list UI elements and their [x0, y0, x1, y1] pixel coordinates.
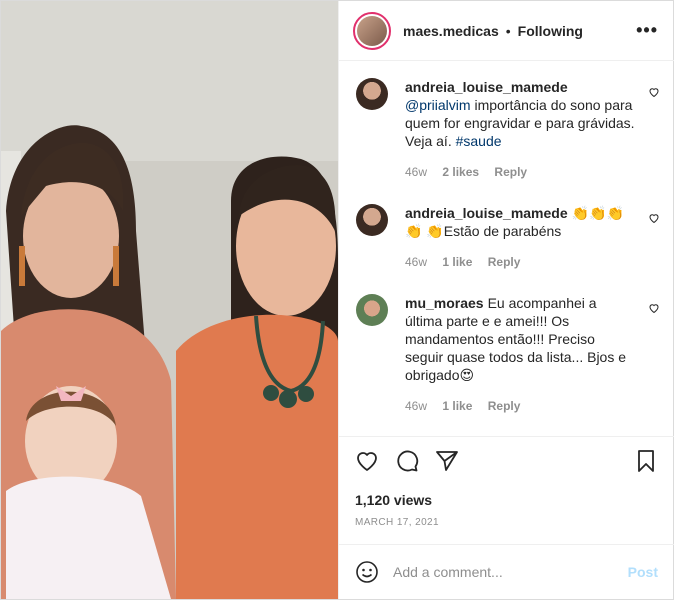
post-header: maes.medicas • Following •••	[339, 1, 674, 61]
separator-dot: •	[505, 22, 511, 39]
post-comment-button[interactable]: Post	[628, 564, 658, 580]
account-avatar[interactable]	[353, 11, 391, 50]
comment-age: 46w	[405, 399, 428, 413]
post-date[interactable]: MARCH 17, 2021	[355, 517, 439, 528]
comment-icon[interactable]	[395, 449, 419, 473]
comment-meta: 46w 1 like Reply	[405, 255, 532, 269]
comment-reply-button[interactable]: Reply	[494, 165, 527, 179]
heart-icon[interactable]	[355, 449, 379, 473]
comment-username[interactable]: andreia_louise_mamede	[405, 205, 568, 221]
comment-hashtag-link[interactable]: #saude	[456, 133, 502, 149]
comment-body: andreia_louise_mamede 👏👏👏👏 👏Estão de para…	[405, 204, 636, 240]
comment-reply-button[interactable]: Reply	[488, 255, 521, 269]
comment-input[interactable]	[393, 564, 628, 580]
comment-likes-count[interactable]: 1 like	[442, 255, 472, 269]
add-comment-bar: Post	[339, 544, 674, 599]
comment-meta: 46w 1 like Reply	[405, 399, 532, 413]
comment-meta: 46w 2 likes Reply	[405, 165, 539, 179]
paper-plane-icon[interactable]	[435, 449, 459, 473]
bookmark-icon[interactable]	[634, 449, 658, 473]
comment-item: mu_moraes Eu acompanhei a última parte e …	[356, 294, 660, 414]
comment-item: andreia_louise_mamede 👏👏👏👏 👏Estão de para…	[356, 204, 660, 279]
comment-body: mu_moraes Eu acompanhei a última parte e …	[405, 294, 636, 384]
comment-like-heart-icon[interactable]	[648, 212, 660, 224]
comment-age: 46w	[405, 255, 428, 269]
commenter-avatar[interactable]	[356, 78, 388, 110]
comment-like-heart-icon[interactable]	[648, 302, 660, 314]
comment-body: andreia_louise_mamede @priialvim importâ…	[405, 78, 636, 150]
comment-username[interactable]: mu_moraes	[405, 295, 484, 311]
comment-reply-button[interactable]: Reply	[488, 399, 521, 413]
comment-likes-count[interactable]: 2 likes	[442, 165, 479, 179]
comment-age: 46w	[405, 165, 428, 179]
action-bar	[355, 449, 658, 475]
instagram-post: maes.medicas • Following ••• andreia_lou…	[0, 0, 674, 600]
comment-mention-link[interactable]: @priialvim	[405, 97, 471, 113]
comment-item: andreia_louise_mamede @priialvim importâ…	[356, 78, 660, 188]
video-frame-illustration	[1, 1, 338, 599]
comment-like-heart-icon[interactable]	[648, 86, 660, 98]
more-options-icon[interactable]: •••	[636, 20, 658, 41]
comment-likes-count[interactable]: 1 like	[442, 399, 472, 413]
post-side-panel: maes.medicas • Following ••• andreia_lou…	[338, 1, 674, 599]
post-media[interactable]	[1, 1, 338, 599]
commenter-avatar[interactable]	[356, 204, 388, 236]
following-button[interactable]: Following	[518, 23, 583, 39]
commenter-avatar[interactable]	[356, 294, 388, 326]
account-username[interactable]: maes.medicas	[403, 23, 499, 39]
comment-username[interactable]: andreia_louise_mamede	[405, 79, 568, 95]
post-actions-section: 1,120 views MARCH 17, 2021	[339, 436, 674, 544]
smiley-icon[interactable]	[355, 560, 379, 584]
views-count[interactable]: 1,120 views	[355, 492, 432, 508]
comments-list: andreia_louise_mamede @priialvim importâ…	[339, 62, 674, 436]
